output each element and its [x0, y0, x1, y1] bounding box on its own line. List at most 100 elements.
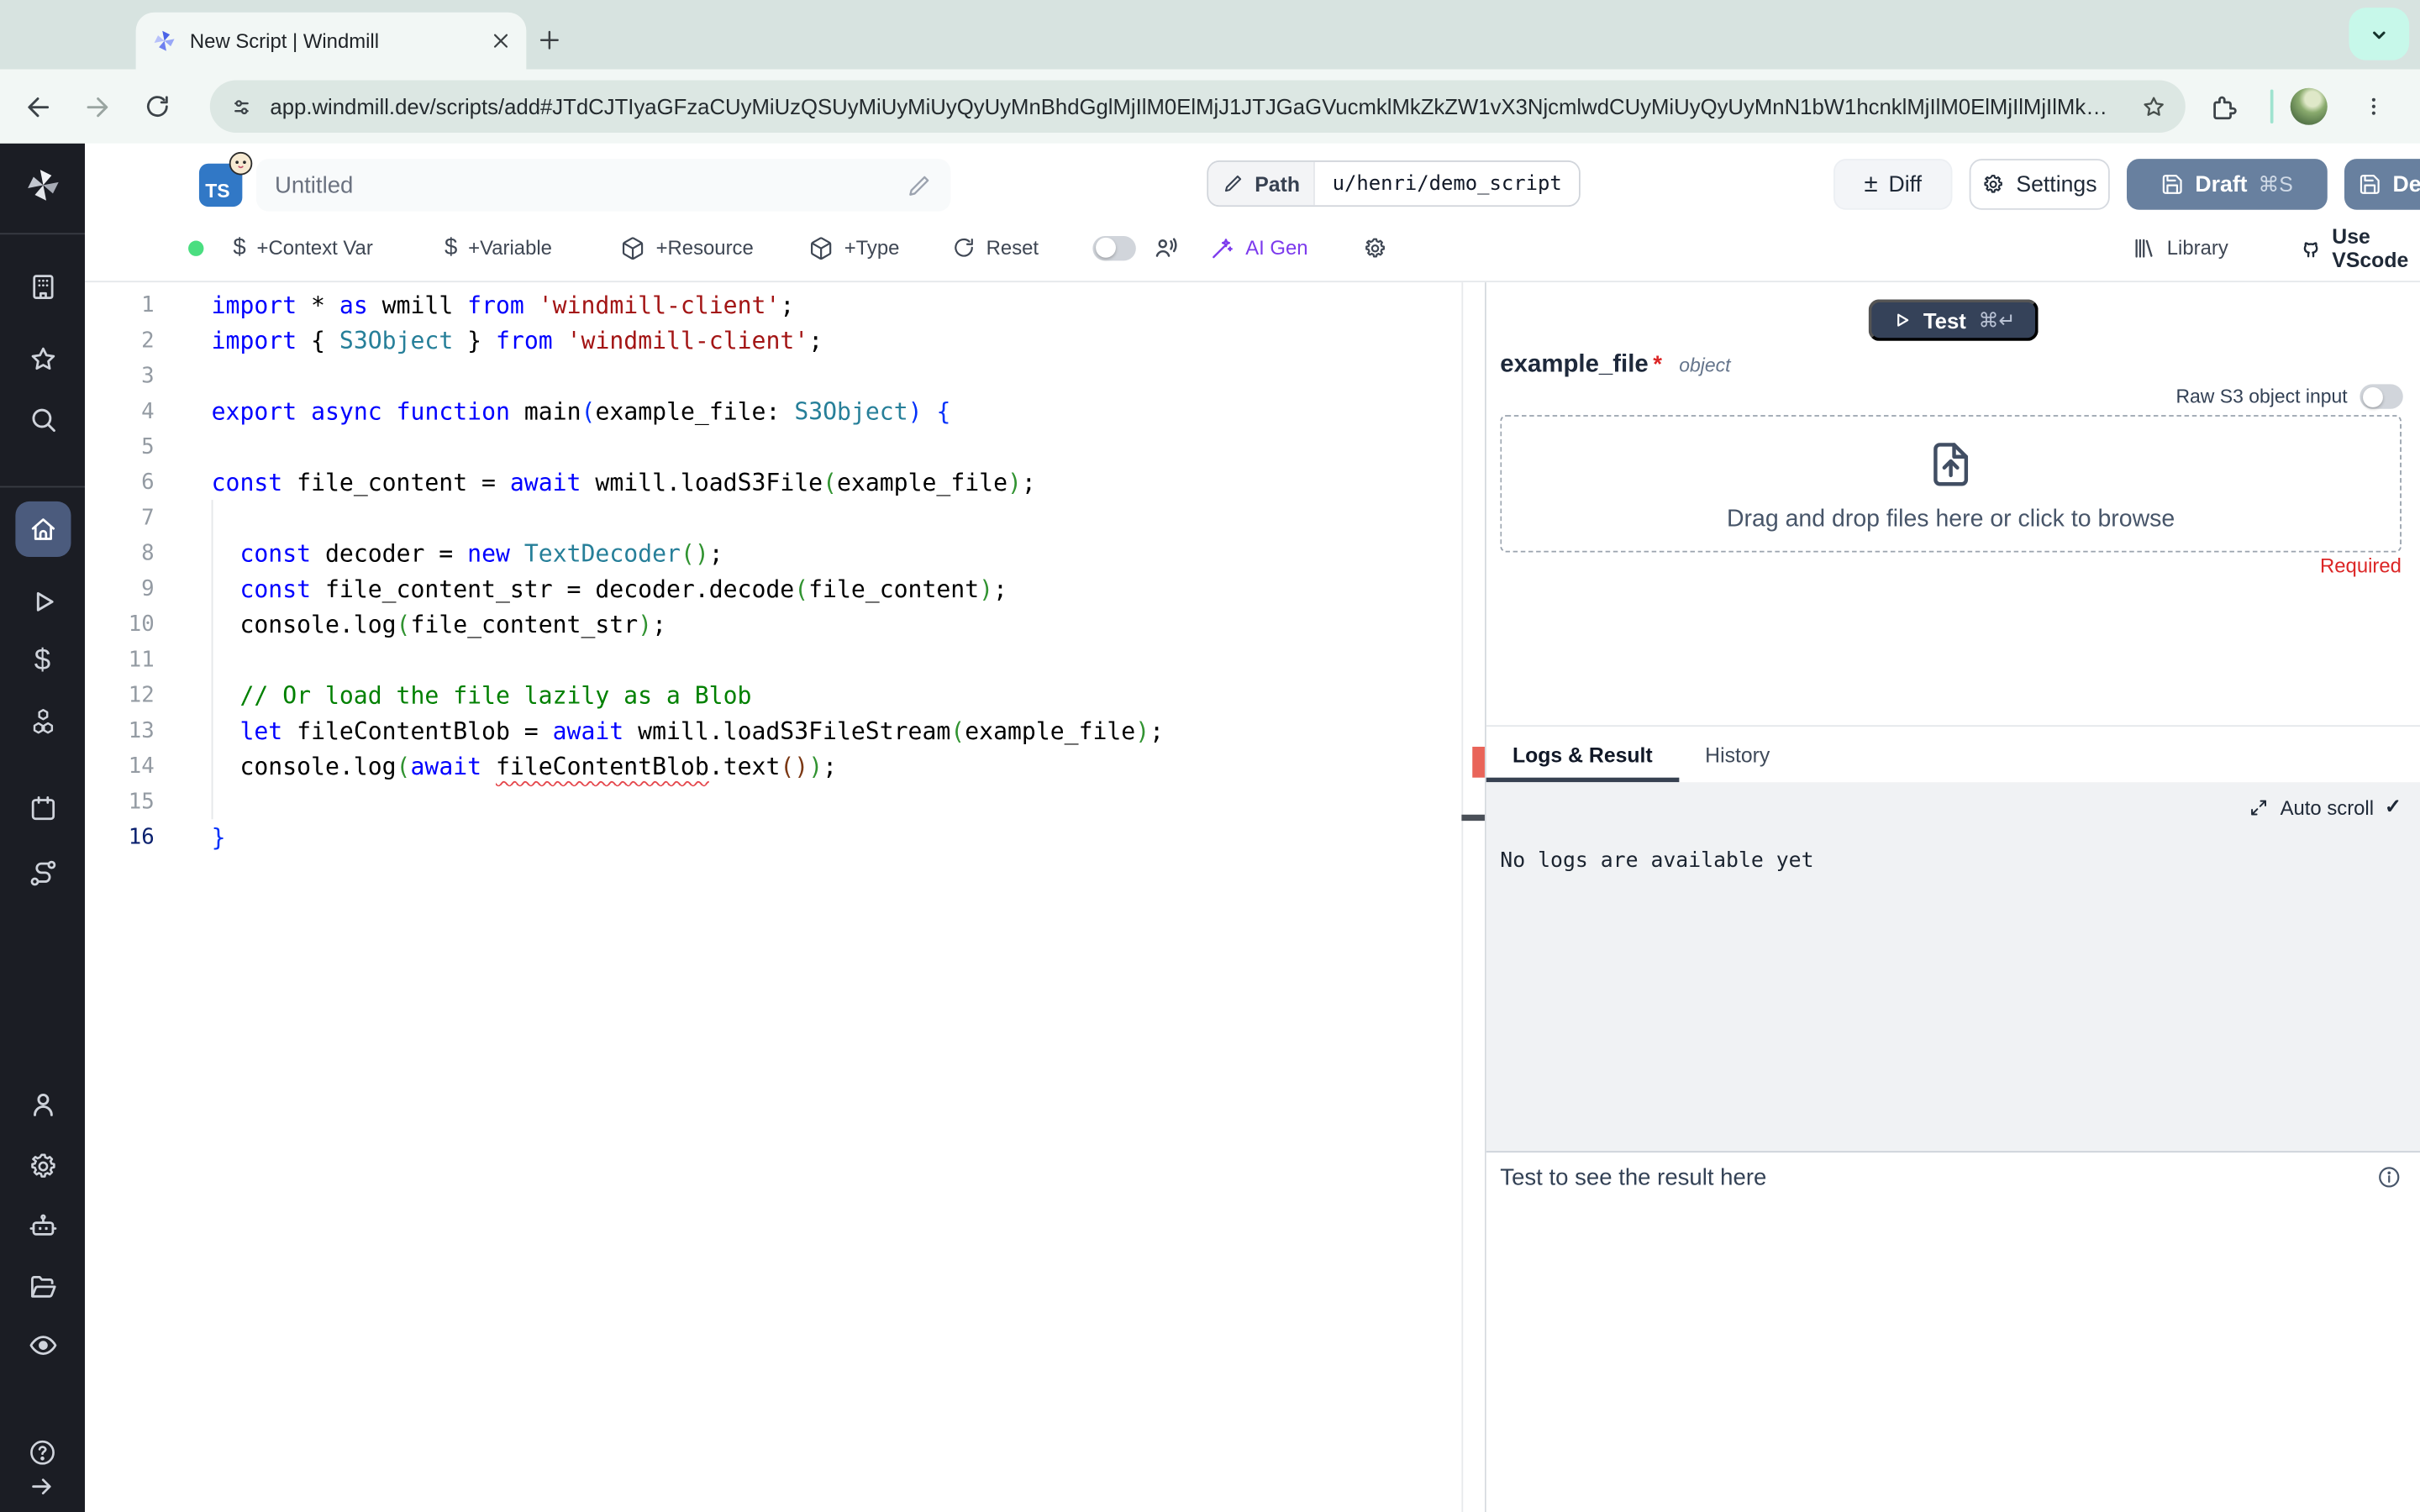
code-line-10: 10 console.log(file_content_str);: [85, 606, 1461, 642]
line-number: 3: [141, 363, 155, 388]
sidebar-item-schedules[interactable]: [14, 780, 70, 836]
extensions-icon: [2213, 95, 2237, 119]
browser-tab[interactable]: New Script | Windmill: [135, 12, 527, 70]
path-edit-section[interactable]: Path: [1208, 161, 1314, 206]
forward-icon: [86, 97, 108, 117]
reload-button[interactable]: [134, 83, 181, 129]
add-resource-button[interactable]: +Resource: [620, 216, 754, 279]
draft-shortcut: ⌘S: [2258, 171, 2293, 196]
save-icon: [2359, 173, 2382, 197]
settings-icon: [30, 1153, 55, 1178]
library-button[interactable]: Library: [2132, 216, 2228, 279]
argument-name: example_file: [1500, 351, 1649, 378]
script-title-field[interactable]: Untitled: [255, 159, 951, 212]
code-text: const file_content_str = decoder.decode(…: [239, 575, 1007, 603]
sidebar-item-variables[interactable]: $: [14, 633, 70, 688]
auto-scroll-control[interactable]: Auto scroll ✓: [2249, 795, 2402, 819]
sidebar-item-resources[interactable]: [14, 695, 70, 750]
browser-toolbar: app.windmill.dev/scripts/add#JTdCJTIyaGF…: [0, 69, 2420, 144]
line-number: 5: [141, 434, 155, 459]
variables-icon: $: [34, 643, 51, 677]
code-line-1: 1 import * as wmill from 'windmill-client…: [85, 287, 1461, 323]
code-text: import { S3Object } from 'windmill-clien…: [211, 326, 823, 354]
line-number: 1: [141, 292, 155, 318]
audit-logs-icon: [29, 1336, 56, 1355]
test-shortcut: ⌘↵: [1978, 307, 2016, 331]
edit-path-pencil-icon[interactable]: [1223, 173, 1244, 195]
test-args-section: Test ⌘↵ example_file * object Raw S3 obj…: [1486, 282, 2420, 725]
forward-button[interactable]: [74, 83, 120, 129]
browser-profile-button[interactable]: [2349, 8, 2410, 60]
reset-button[interactable]: Reset: [952, 216, 1039, 279]
resources-icon: [32, 708, 53, 734]
sidebar-item-search[interactable]: [14, 392, 70, 448]
wand-sparkles-icon: [1210, 235, 1234, 260]
edit-title-pencil-icon[interactable]: [906, 172, 932, 198]
ai-gen-button[interactable]: AI Gen: [1210, 216, 1308, 279]
editor-overview-ruler[interactable]: [1461, 282, 1485, 1512]
sidebar-item-favorites[interactable]: [14, 332, 70, 387]
status-dot: [188, 240, 204, 256]
line-number: 10: [128, 612, 155, 637]
browser-menu-button[interactable]: [2361, 83, 2386, 129]
sidebar-item-home[interactable]: [14, 501, 71, 558]
sidebar-item-users[interactable]: [14, 1077, 70, 1132]
raw-s3-toggle[interactable]: [2360, 384, 2403, 409]
extensions-button[interactable]: [2208, 83, 2238, 129]
code-line-11: 11: [85, 642, 1461, 677]
multiplayer-toggle[interactable]: [1092, 216, 1136, 279]
sidebar-item-audit-logs[interactable]: [14, 1318, 70, 1373]
new-tab-button[interactable]: [524, 15, 574, 65]
sidebar-item-collapse[interactable]: [24, 1467, 60, 1504]
sidebar-item-runs[interactable]: [14, 574, 70, 629]
bookmark-star-icon[interactable]: [2141, 93, 2167, 119]
profile-avatar[interactable]: [2290, 83, 2328, 129]
sidebar-divider: [0, 233, 86, 235]
sidebar-item-flows[interactable]: [14, 846, 70, 901]
info-icon[interactable]: [2377, 1165, 2402, 1189]
use-vscode-button[interactable]: Use VScode: [2295, 216, 2420, 279]
draft-button[interactable]: Draft ⌘S: [2127, 159, 2328, 210]
tab-history[interactable]: History: [1679, 727, 1797, 782]
sidebar-item-workers[interactable]: [14, 1199, 70, 1254]
site-settings-icon[interactable]: [229, 93, 255, 119]
code-line-13: 13 let fileContentBlob = await wmill.loa…: [85, 713, 1461, 748]
add-type-button[interactable]: +Type: [808, 216, 899, 279]
editor-settings-button[interactable]: [1363, 216, 1387, 279]
code-line-3: 3: [85, 358, 1461, 393]
sidebar-item-settings[interactable]: [14, 1139, 70, 1194]
bun-runtime-icon: [229, 151, 253, 176]
code-line-9: 9 const file_content_str = decoder.decod…: [85, 571, 1461, 606]
code-line-14: 14 console.log(await fileContentBlob.tex…: [85, 748, 1461, 784]
code-editor[interactable]: 1 import * as wmill from 'windmill-client…: [85, 282, 1461, 1512]
dollar-icon: $: [233, 234, 246, 261]
deploy-button[interactable]: Deploy: [2344, 159, 2420, 210]
runs-icon: [35, 591, 53, 612]
file-upload-icon: [1924, 434, 1976, 493]
chrome-separator: [2270, 83, 2274, 129]
diff-button[interactable]: ± Diff: [1833, 159, 1953, 210]
line-number: 7: [141, 505, 155, 530]
tab-logs-result[interactable]: Logs & Result: [1486, 727, 1679, 783]
sidebar-item-folders[interactable]: [14, 1259, 70, 1315]
code-text: // Or load the file lazily as a Blob: [211, 680, 752, 709]
sidebar: $: [0, 143, 86, 1512]
expand-icon[interactable]: [2249, 797, 2270, 817]
script-path-group[interactable]: Path u/henri/demo_script: [1207, 160, 1581, 207]
dollar-icon: $: [444, 234, 458, 261]
tab-close-icon[interactable]: [491, 31, 511, 51]
settings-button[interactable]: Settings: [1969, 159, 2110, 210]
sidebar-item-help[interactable]: [24, 1433, 60, 1470]
code-text: import * as wmill from 'windmill-client'…: [211, 291, 795, 319]
file-dropzone[interactable]: Drag and drop files here or click to bro…: [1500, 415, 2402, 553]
back-button[interactable]: [14, 83, 60, 129]
add-context-var-button[interactable]: $ +Context Var: [233, 216, 372, 279]
sidebar-item-workspace[interactable]: [14, 260, 70, 315]
add-variable-button[interactable]: $ +Variable: [445, 216, 552, 279]
path-label: Path: [1255, 171, 1301, 196]
dropzone-label: Drag and drop files here or click to bro…: [1726, 505, 2175, 532]
windmill-logo[interactable]: [23, 165, 63, 206]
code-line-8: 8 const decoder = new TextDecoder();: [85, 535, 1461, 570]
test-button[interactable]: Test ⌘↵: [1867, 299, 2039, 341]
address-bar[interactable]: app.windmill.dev/scripts/add#JTdCJTIyaGF…: [209, 80, 2186, 133]
